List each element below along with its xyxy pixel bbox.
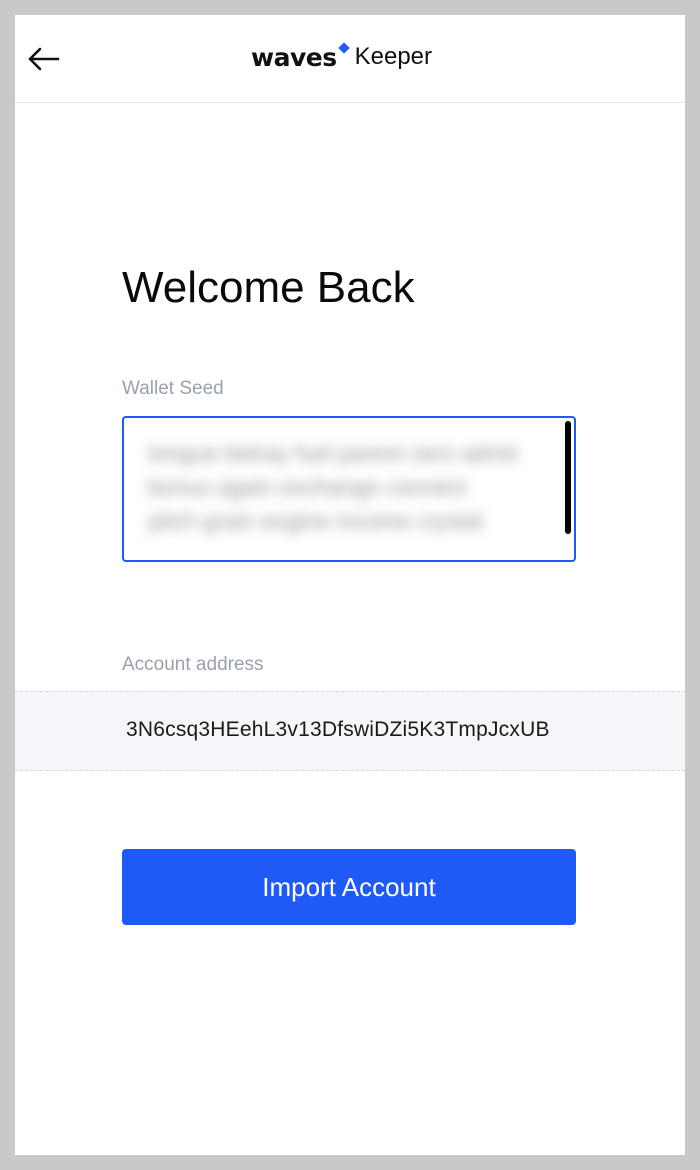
seed-scrollbar[interactable] — [565, 421, 571, 534]
waves-keeper-logo: waves Keeper — [251, 37, 432, 77]
logo-diamond-icon — [337, 42, 350, 54]
account-address-label: Account address — [122, 654, 264, 675]
account-address-box: 3N6csq3HEehL3v13DfswiDZi5K3TmpJcxUB — [15, 691, 685, 771]
arrow-left-icon — [28, 47, 60, 71]
wallet-seed-textarea[interactable]: tongue betray fuel parent zero admit bon… — [122, 416, 576, 562]
app-window: waves Keeper Welcome Back Wallet Seed to… — [15, 15, 685, 1155]
account-address-value: 3N6csq3HEehL3v13DfswiDZi5K3TmpJcxUB — [126, 718, 550, 741]
wallet-seed-value: tongue betray fuel parent zero admit bon… — [148, 440, 518, 534]
import-account-button[interactable]: Import Account — [122, 849, 576, 925]
logo-keeper-text: Keeper — [354, 43, 432, 70]
logo-waves-text: waves — [251, 42, 337, 72]
header-bar: waves Keeper — [15, 15, 685, 103]
page-title: Welcome Back — [122, 263, 415, 312]
wallet-seed-label: Wallet Seed — [122, 378, 224, 399]
back-button[interactable] — [27, 42, 61, 76]
